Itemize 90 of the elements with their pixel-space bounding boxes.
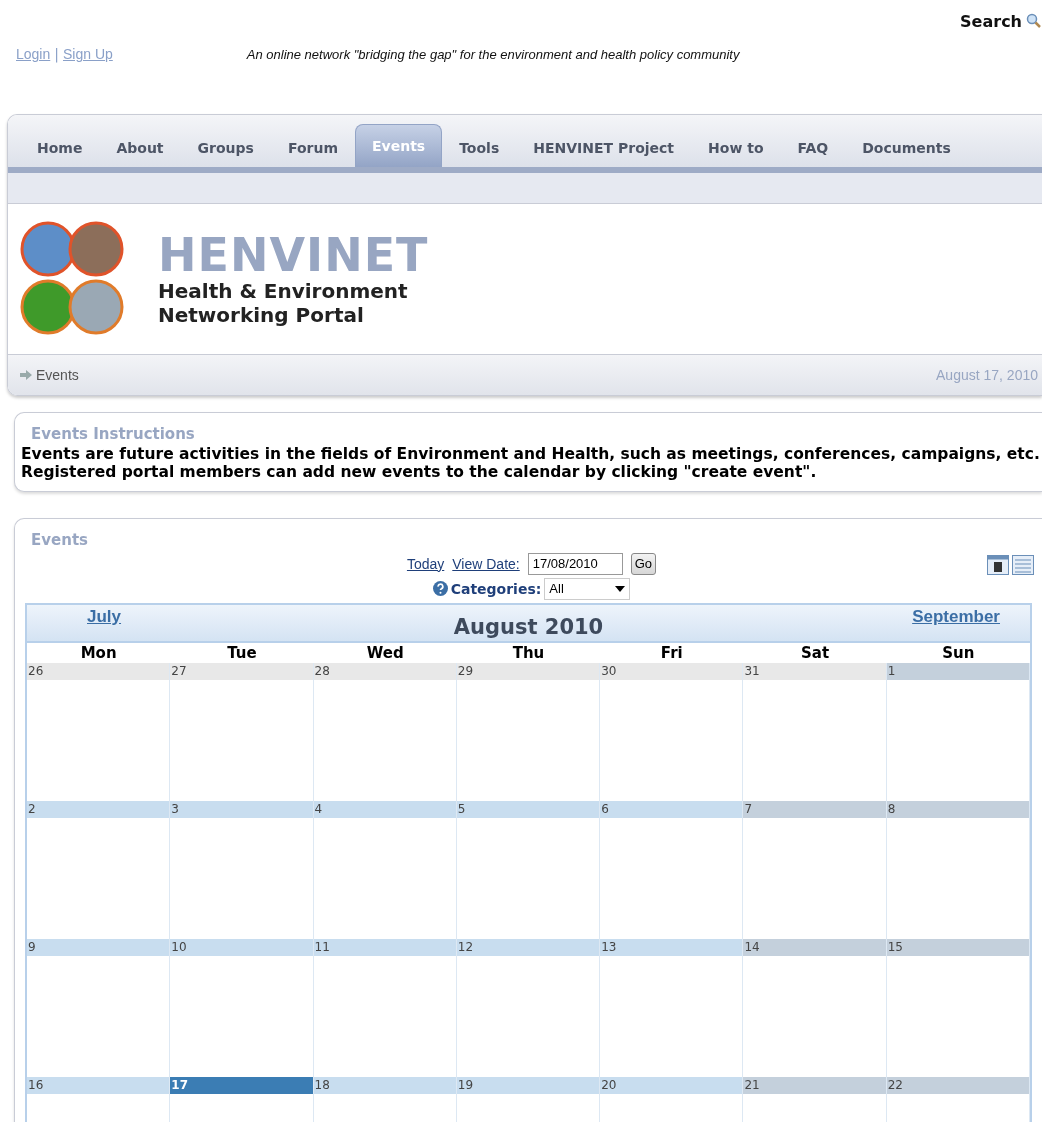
day-cell[interactable]: 5 [456, 801, 601, 939]
day-cell[interactable]: 18 [313, 1077, 457, 1122]
categories-select[interactable]: All [544, 577, 631, 600]
tagline: An online network "bridging the gap" for the environment and health policy community [246, 46, 740, 62]
prev-month-link[interactable]: July [87, 605, 122, 627]
day-cell[interactable]: 31 [743, 663, 887, 801]
day-cell[interactable]: 17 [170, 1077, 314, 1122]
nav-tab[interactable]: FAQ [780, 128, 846, 167]
day-cell[interactable]: 2 [27, 801, 171, 939]
day-cell[interactable]: 12 [456, 939, 601, 1077]
caret-icon [615, 585, 626, 592]
day-number: 31 [743, 663, 886, 680]
day-cell[interactable]: 30 [600, 663, 744, 801]
day-cell[interactable]: 13 [600, 939, 744, 1077]
day-number: 9 [27, 939, 170, 956]
date-field[interactable]: 17/08/2010 [527, 552, 623, 575]
day-number: 27 [170, 663, 313, 680]
day-number: 30 [600, 663, 743, 680]
day-cell[interactable]: 8 [886, 801, 1030, 939]
day-number: 12 [456, 939, 600, 956]
day-number: 7 [743, 801, 886, 818]
help-icon[interactable] [432, 581, 448, 596]
day-number: 14 [743, 939, 886, 956]
day-cell[interactable]: 28 [313, 663, 457, 801]
day-cell[interactable]: 22 [886, 1077, 1030, 1122]
day-cell[interactable]: 6 [600, 801, 744, 939]
day-number: 4 [313, 801, 456, 818]
nav-tab[interactable]: Tools [442, 128, 517, 167]
day-number: 2 [27, 801, 170, 818]
day-number: 15 [886, 939, 1029, 956]
brand-subtitle: Health & Environment [158, 279, 409, 303]
nav-tab[interactable]: Groups [180, 128, 271, 167]
day-number: 28 [313, 663, 456, 680]
card-title: Events Instructions [30, 425, 196, 443]
brand-subtitle: Networking Portal [158, 303, 365, 327]
day-number: 26 [27, 663, 170, 680]
go-button[interactable]: Go [630, 552, 657, 575]
view-date-link[interactable]: View Date: [452, 555, 520, 572]
link-separator: | [54, 46, 59, 62]
brand-name: HENVINET [158, 231, 429, 279]
day-number: 11 [313, 939, 456, 956]
day-number: 16 [27, 1077, 170, 1094]
nav-tab[interactable]: Forum [270, 128, 355, 167]
day-number: 21 [743, 1077, 886, 1094]
instructions-text: Events are future activities in the fields of Environment and Health, such as meetings, conferences, campaigns, etc. Registered portal members can add new events to the calendar by clicking "create event". [21, 445, 1041, 481]
current-date: August 17, 2010 [936, 367, 1038, 383]
calendar-icon[interactable] [987, 555, 1009, 575]
arrow-icon [20, 370, 32, 380]
day-cell[interactable]: 27 [170, 663, 314, 801]
nav-tab[interactable]: How to [691, 128, 781, 167]
day-number: 18 [313, 1077, 456, 1094]
next-month-link[interactable]: September [912, 605, 1000, 627]
day-number: 1 [886, 663, 1029, 680]
day-cell[interactable]: 10 [170, 939, 314, 1077]
day-cell[interactable]: 29 [456, 663, 601, 801]
day-cell[interactable]: 4 [313, 801, 457, 939]
nav-tab[interactable]: Home [20, 128, 100, 167]
day-number: 20 [600, 1077, 743, 1094]
day-number: 10 [170, 939, 313, 956]
day-cell[interactable]: 1 [886, 663, 1030, 801]
day-cell[interactable]: 21 [743, 1077, 887, 1122]
day-cell[interactable]: 16 [27, 1077, 171, 1122]
day-cell[interactable]: 26 [27, 663, 171, 801]
day-number: 19 [456, 1077, 600, 1094]
nav-tab[interactable]: About [99, 128, 181, 167]
nav-tab[interactable]: Documents [845, 128, 968, 167]
day-number: 6 [600, 801, 743, 818]
day-number: 17 [170, 1077, 313, 1094]
day-cell[interactable]: 19 [456, 1077, 601, 1122]
day-cell[interactable]: 14 [743, 939, 887, 1077]
day-number: 29 [456, 663, 600, 680]
day-cell[interactable]: 7 [743, 801, 887, 939]
day-cell[interactable]: 9 [27, 939, 171, 1077]
day-cell[interactable]: 20 [600, 1077, 744, 1122]
categories-label: Categories: [450, 580, 542, 597]
day-cell[interactable]: 11 [313, 939, 457, 1077]
day-cell[interactable]: 15 [886, 939, 1030, 1077]
today-link[interactable]: Today [406, 555, 445, 572]
search-label[interactable]: Search [960, 11, 1022, 31]
day-number: 8 [886, 801, 1029, 818]
day-number: 13 [600, 939, 743, 956]
month-title: August 2010 [453, 615, 604, 641]
day-number: 22 [886, 1077, 1029, 1094]
nav-tab[interactable]: HENVINET Project [516, 128, 692, 167]
breadcrumb-item[interactable]: Events [36, 367, 79, 383]
day-number: 3 [170, 801, 313, 818]
search-icon[interactable] [1026, 13, 1042, 29]
day-cell[interactable]: 3 [170, 801, 314, 939]
card-title: Events [30, 531, 89, 549]
day-number: 5 [456, 801, 600, 818]
